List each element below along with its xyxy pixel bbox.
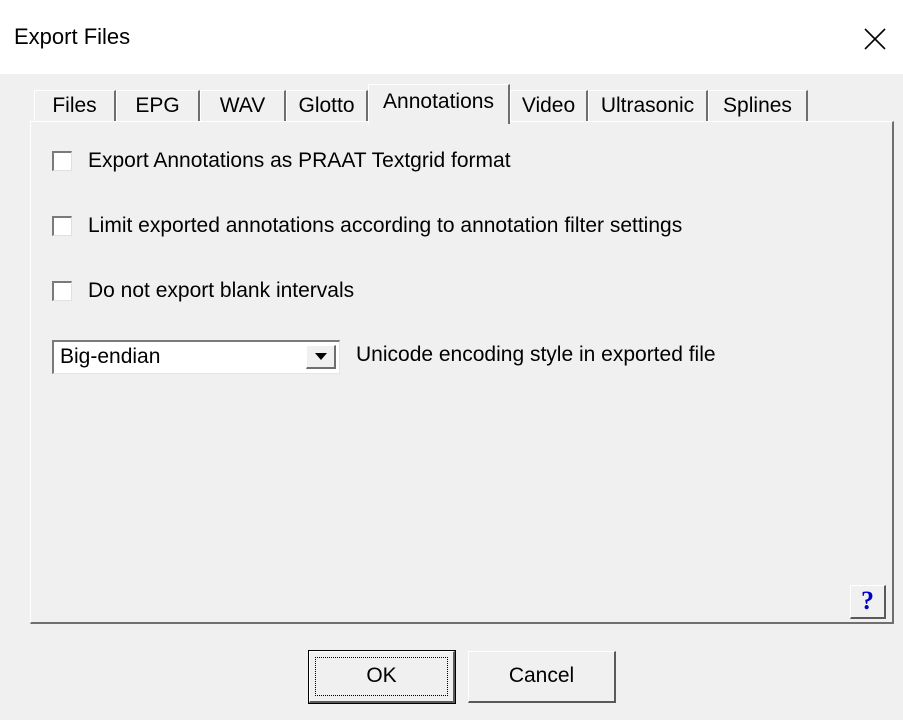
- tab-ultrasonic[interactable]: Ultrasonic: [588, 90, 708, 122]
- praat-checkbox-label: Export Annotations as PRAAT Textgrid for…: [88, 149, 511, 172]
- tab-wav[interactable]: WAV: [200, 90, 286, 122]
- close-icon: [864, 28, 886, 50]
- blank-intervals-option[interactable]: Do not export blank intervals: [52, 277, 354, 305]
- export-files-dialog: Export Files Files EPG WAV Glotto Annota…: [0, 0, 903, 720]
- tab-annotations[interactable]: Annotations: [368, 84, 510, 124]
- title-bar: Export Files: [0, 0, 903, 74]
- praat-option[interactable]: Export Annotations as PRAAT Textgrid for…: [52, 147, 511, 175]
- tab-files[interactable]: Files: [34, 90, 116, 122]
- blank-intervals-checkbox[interactable]: [52, 281, 72, 301]
- encoding-dropdown-button[interactable]: [306, 345, 336, 369]
- encoding-select-value: Big-endian: [60, 345, 161, 368]
- cancel-button[interactable]: Cancel: [468, 651, 616, 703]
- focus-ring: [315, 657, 448, 696]
- tab-epg[interactable]: EPG: [116, 90, 200, 122]
- limit-filter-checkbox-label: Limit exported annotations according to …: [88, 214, 683, 237]
- praat-checkbox[interactable]: [52, 151, 72, 171]
- ok-button[interactable]: OK: [308, 650, 456, 704]
- close-button[interactable]: [852, 16, 898, 62]
- tab-video[interactable]: Video: [510, 90, 588, 122]
- chevron-down-icon: [315, 353, 327, 360]
- encoding-select[interactable]: Big-endian: [52, 340, 340, 374]
- tab-splines[interactable]: Splines: [708, 90, 808, 122]
- blank-intervals-checkbox-label: Do not export blank intervals: [88, 279, 355, 302]
- limit-filter-checkbox[interactable]: [52, 216, 72, 236]
- help-button[interactable]: ?: [850, 585, 886, 619]
- cancel-button-label: Cancel: [508, 664, 575, 687]
- limit-filter-option[interactable]: Limit exported annotations according to …: [52, 212, 682, 240]
- tab-glotto[interactable]: Glotto: [286, 90, 368, 122]
- window-title: Export Files: [14, 24, 131, 49]
- encoding-label: Unicode encoding style in exported file: [356, 343, 716, 366]
